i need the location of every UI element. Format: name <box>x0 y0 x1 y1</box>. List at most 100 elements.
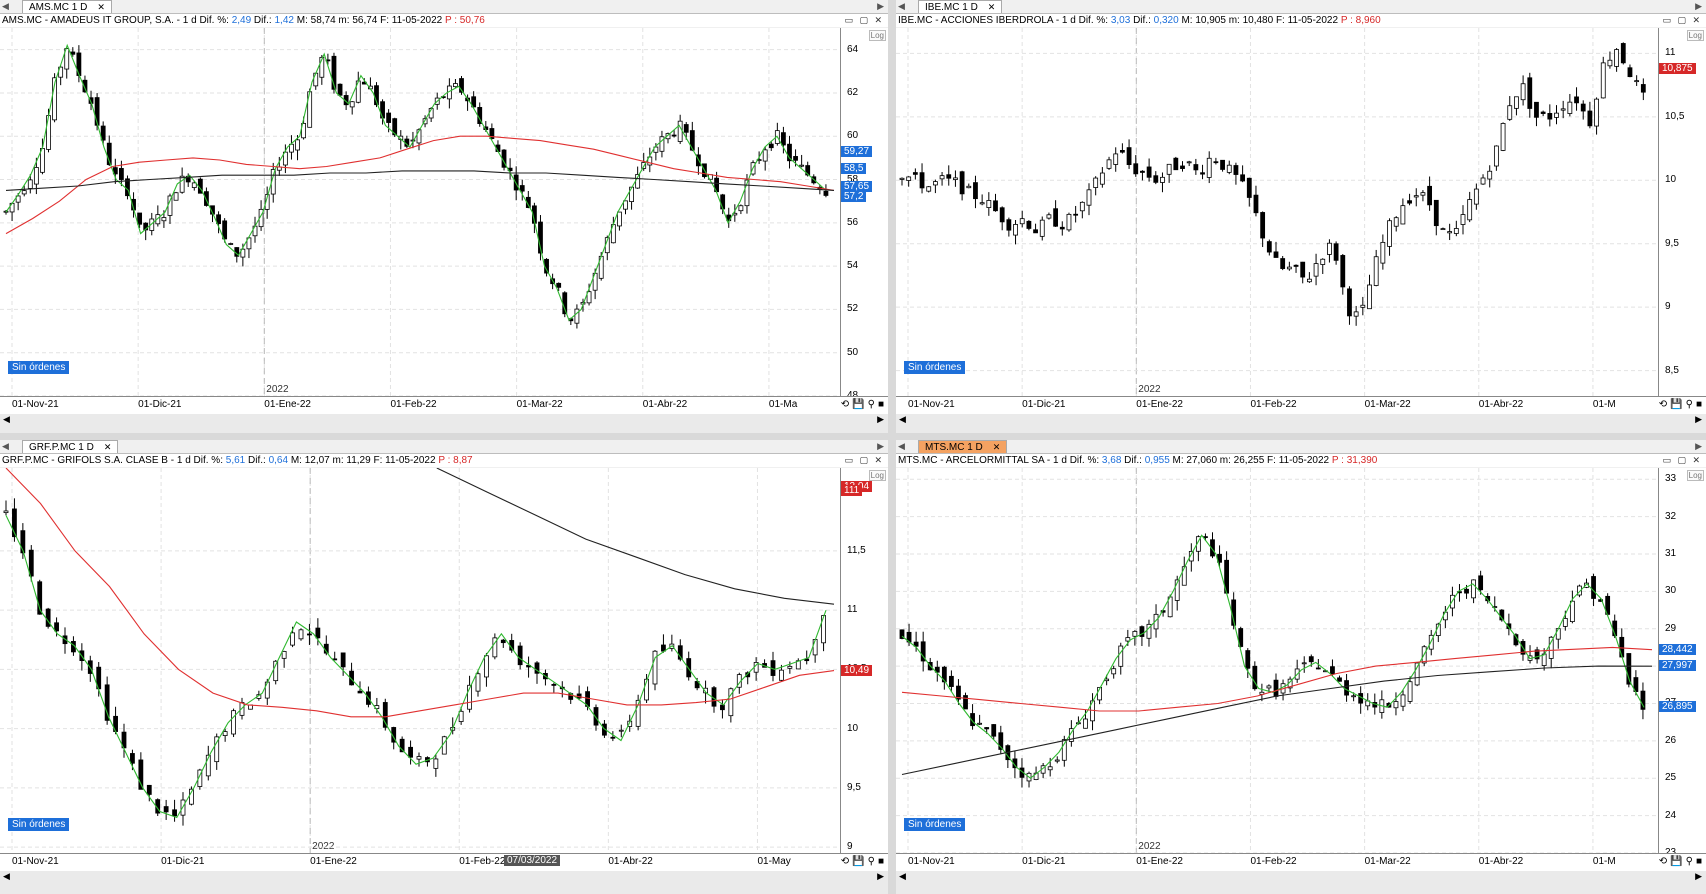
candle-body <box>768 143 774 149</box>
y-tick-label: 10 <box>1665 174 1677 186</box>
scroll-right-icon[interactable]: ▶ <box>877 414 884 425</box>
scroll-left-icon[interactable]: ◀ <box>899 871 906 882</box>
x-tick-label: 01-Nov-21 <box>908 856 955 867</box>
reset-icon[interactable]: ⟲ <box>1659 399 1667 410</box>
zoom-icon[interactable]: ⚲ <box>1686 856 1693 867</box>
candle-body <box>1560 108 1566 111</box>
candle-body <box>340 652 346 668</box>
candle-body <box>926 186 932 192</box>
change-value: 0,64 <box>268 455 289 466</box>
scroll-left-icon[interactable]: ◀ <box>3 414 10 425</box>
window-buttons[interactable]: ▭ ▢ ✕ <box>1662 455 1702 466</box>
chart-tools[interactable]: ⟲ 💾 ⚲ ■ <box>838 399 884 410</box>
close-tab-icon[interactable]: ✕ <box>104 442 112 452</box>
save-icon[interactable]: 💾 <box>852 399 864 410</box>
candle-body <box>1574 96 1579 104</box>
scroll-right-icon[interactable]: ▶ <box>877 871 884 882</box>
tab-scroll-right-icon[interactable]: ▶ <box>1695 440 1702 452</box>
tab-scroll-right-icon[interactable]: ▶ <box>877 0 884 12</box>
price-chart-svg[interactable]: 2022 <box>896 468 1658 854</box>
high-low-date: M: 10,905 m: 10,480 F: 11-05-2022 <box>1178 15 1341 26</box>
orders-status-badge: Sin órdenes <box>8 361 70 374</box>
horizontal-splitter[interactable] <box>0 433 1706 440</box>
color-square-icon[interactable]: ■ <box>1696 856 1702 867</box>
chart-tools[interactable]: ⟲ 💾 ⚲ ■ <box>1656 856 1702 867</box>
close-tab-icon[interactable]: ✕ <box>988 2 996 12</box>
horizontal-scrollbar[interactable]: ◀ ▶ <box>896 414 1706 433</box>
color-square-icon[interactable]: ■ <box>1696 399 1702 410</box>
candle-body <box>173 192 179 201</box>
tab-scroll-right-icon[interactable]: ▶ <box>1695 0 1702 12</box>
window-buttons[interactable]: ▭ ▢ ✕ <box>1662 15 1702 26</box>
zoom-icon[interactable]: ⚲ <box>868 856 875 867</box>
log-scale-toggle[interactable]: Log <box>868 30 886 41</box>
candle-body <box>1407 681 1413 702</box>
close-tab-icon[interactable]: ✕ <box>97 2 105 12</box>
zoom-icon[interactable]: ⚲ <box>868 399 875 410</box>
chart-tools[interactable]: ⟲ 💾 ⚲ ■ <box>838 856 884 867</box>
log-scale-toggle[interactable]: Log <box>1686 30 1704 41</box>
candle-body <box>1534 101 1539 118</box>
candle-body <box>973 182 978 200</box>
year-marker-label: 2022 <box>1138 841 1161 852</box>
horizontal-scrollbar[interactable]: ◀ ▶ <box>0 871 888 894</box>
tab-scroll-left-icon[interactable]: ◀ <box>2 0 9 12</box>
x-tick-label: 01-Dic-21 <box>1022 856 1066 867</box>
candle-body <box>1240 174 1246 182</box>
candle-body <box>1562 618 1568 627</box>
crosshair-date-label: 07/03/2022 <box>504 855 561 866</box>
horizontal-scrollbar[interactable]: ◀ ▶ <box>896 871 1706 894</box>
scroll-right-icon[interactable]: ▶ <box>1695 414 1702 425</box>
candle-body <box>963 695 968 710</box>
candle-body <box>1166 163 1172 175</box>
scroll-left-icon[interactable]: ◀ <box>899 414 906 425</box>
chart-tab[interactable]: AMS.MC 1 D ✕ <box>22 0 112 13</box>
chart-tab[interactable]: GRF.P.MC 1 D ✕ <box>22 440 119 453</box>
save-icon[interactable]: 💾 <box>1670 399 1682 410</box>
color-square-icon[interactable]: ■ <box>878 856 884 867</box>
candle-body <box>1467 199 1473 221</box>
x-tick-label: 01-Feb-22 <box>459 856 506 867</box>
save-icon[interactable]: 💾 <box>1670 856 1682 867</box>
candle-body <box>231 710 236 735</box>
horizontal-scrollbar[interactable]: ◀ ▶ <box>0 414 888 433</box>
vertical-splitter[interactable] <box>888 0 896 894</box>
change-label: Dif.: <box>245 455 269 466</box>
log-scale-toggle[interactable]: Log <box>868 470 886 481</box>
candle-body <box>21 190 27 195</box>
chart-tab[interactable]: IBE.MC 1 D ✕ <box>918 0 1003 13</box>
tab-scroll-left-icon[interactable]: ◀ <box>898 0 905 12</box>
price-chart-svg[interactable]: 2022 <box>896 28 1658 396</box>
log-scale-toggle[interactable]: Log <box>1686 470 1704 481</box>
high-low-date: M: 12,07 m: 11,29 F: 11-05-2022 <box>288 455 439 466</box>
color-square-icon[interactable]: ■ <box>878 399 884 410</box>
price-chart-svg[interactable]: 2022 <box>0 28 840 397</box>
tab-scroll-left-icon[interactable]: ◀ <box>898 440 905 452</box>
candle-body <box>1520 83 1526 101</box>
scroll-left-icon[interactable]: ◀ <box>3 871 10 882</box>
window-buttons[interactable]: ▭ ▢ ✕ <box>844 15 884 26</box>
zoom-icon[interactable]: ⚲ <box>1686 399 1693 410</box>
save-icon[interactable]: 💾 <box>852 856 864 867</box>
candle-body <box>1607 59 1613 67</box>
chart-tools[interactable]: ⟲ 💾 ⚲ ■ <box>1656 399 1702 410</box>
reset-icon[interactable]: ⟲ <box>1659 856 1667 867</box>
tab-scroll-left-icon[interactable]: ◀ <box>2 440 9 452</box>
reset-icon[interactable]: ⟲ <box>841 399 849 410</box>
moving-average-mid-line <box>5 467 835 718</box>
tab-scroll-right-icon[interactable]: ▶ <box>877 440 884 452</box>
candle-body <box>1220 159 1225 170</box>
candle-body <box>986 200 992 208</box>
close-tab-icon[interactable]: ✕ <box>993 442 1001 452</box>
chart-tab[interactable]: MTS.MC 1 D ✕ <box>918 440 1008 453</box>
moving-average-mid-line <box>901 646 1653 712</box>
y-tick-label: 9 <box>1665 301 1671 313</box>
chart-pane-ibe-mc: ◀ ▶ IBE.MC 1 D ✕ IBE.MC - ACCIONES IBERDROLA… <box>896 0 1706 433</box>
candle-body <box>1111 668 1117 675</box>
candle-body <box>1061 739 1067 761</box>
candle-body <box>1640 84 1646 93</box>
reset-icon[interactable]: ⟲ <box>841 856 849 867</box>
scroll-right-icon[interactable]: ▶ <box>1695 871 1702 882</box>
price-chart-svg[interactable]: 2022 <box>0 467 840 853</box>
window-buttons[interactable]: ▭ ▢ ✕ <box>844 455 884 466</box>
